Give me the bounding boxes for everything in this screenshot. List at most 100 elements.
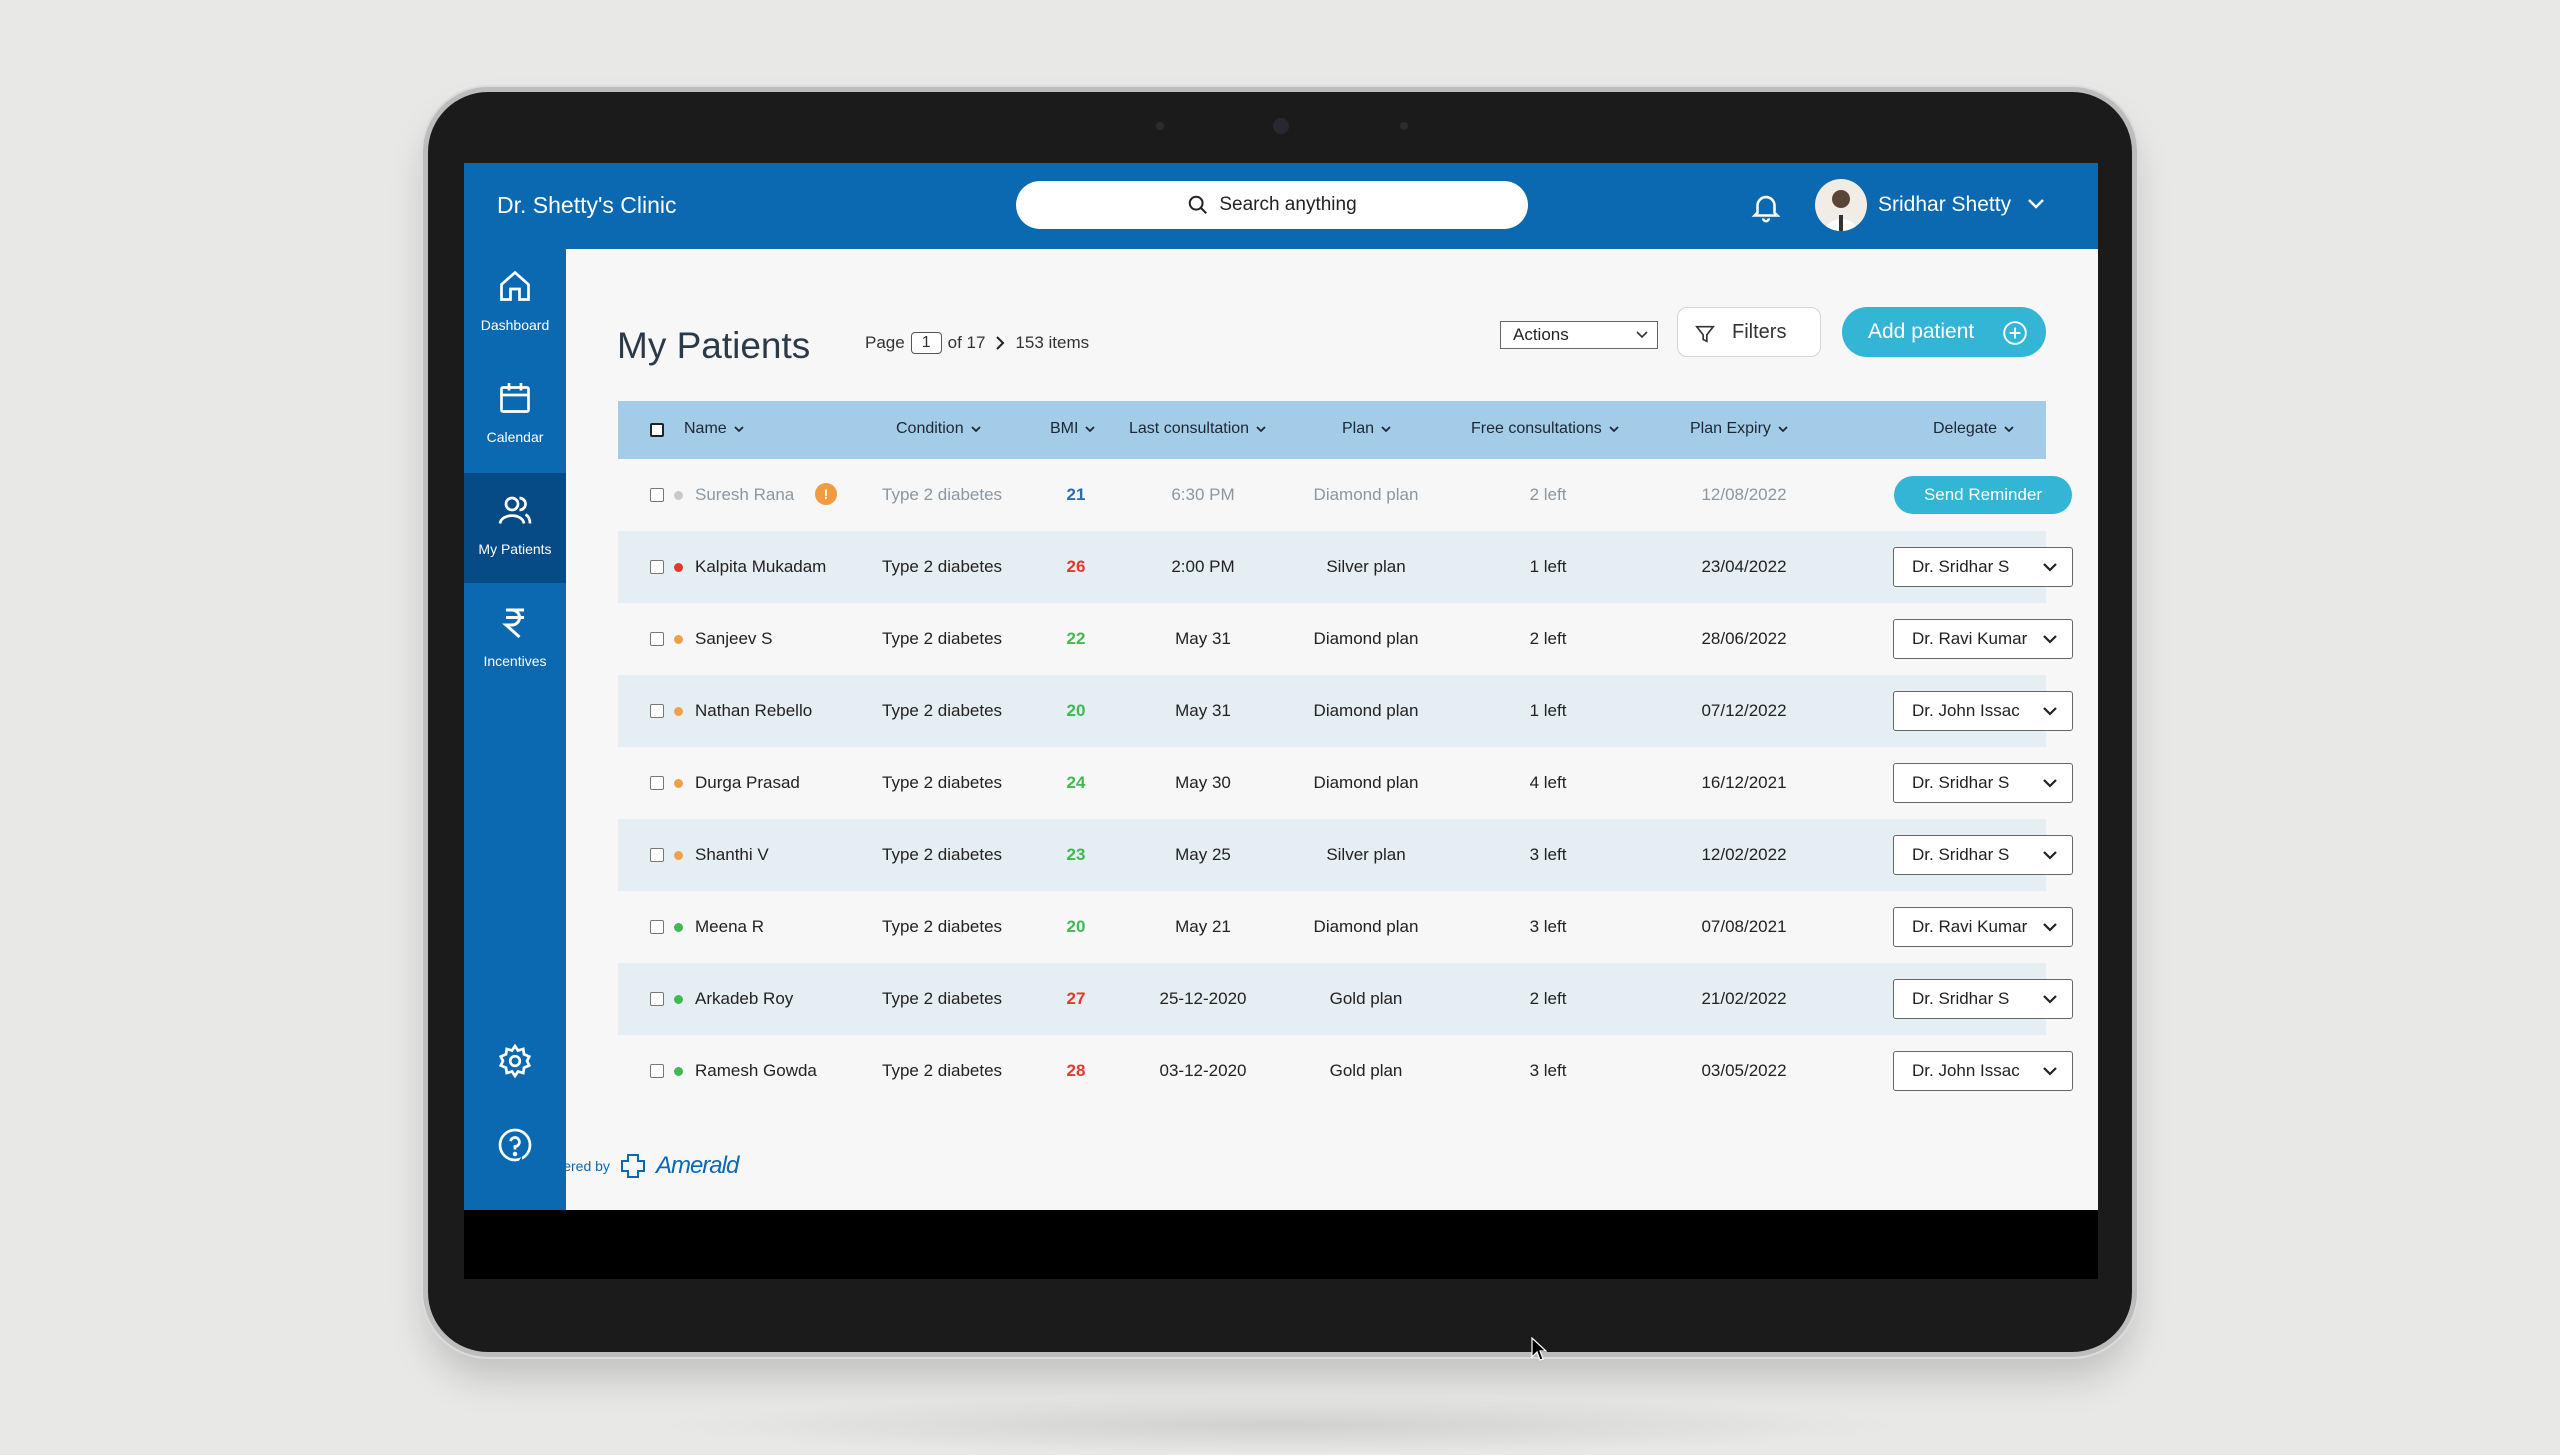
column-header-plan-expiry[interactable]: Plan Expiry bbox=[1690, 420, 1789, 438]
table-row[interactable]: Sanjeev S Type 2 diabetes 22 May 31 Diamond … bbox=[618, 603, 2073, 675]
last-consultation-cell: May 21 bbox=[1175, 917, 1231, 936]
row-checkbox[interactable] bbox=[650, 1064, 664, 1078]
column-header-free-consultations[interactable]: Free consultations bbox=[1471, 420, 1620, 438]
plus-circle-icon bbox=[2003, 321, 2027, 345]
condition-cell: Type 2 diabetes bbox=[882, 917, 1003, 936]
chevron-down-icon bbox=[734, 426, 744, 433]
table-row[interactable]: Shanthi V Type 2 diabetes 23 May 25 Silver p… bbox=[618, 819, 2073, 891]
delegate-select[interactable]: Dr. Sridhar S bbox=[1893, 835, 2073, 875]
user-name[interactable]: Sridhar Shetty bbox=[1878, 193, 2011, 217]
condition-cell: Type 2 diabetes bbox=[882, 845, 1003, 864]
column-header-bmi[interactable]: BMI bbox=[1050, 420, 1096, 438]
chevron-down-icon[interactable] bbox=[2026, 197, 2046, 211]
bmi-cell: 27 bbox=[1066, 989, 1086, 1008]
delegate-select[interactable]: Dr. Ravi Kumar bbox=[1893, 907, 2073, 947]
condition-cell: Type 2 diabetes bbox=[882, 773, 1003, 792]
sidebar-item-label: Incentives bbox=[483, 653, 547, 669]
row-checkbox[interactable] bbox=[650, 848, 664, 862]
patient-name[interactable]: Nathan Rebello bbox=[695, 701, 812, 721]
column-header-delegate[interactable]: Delegate bbox=[1933, 420, 2015, 438]
row-checkbox[interactable] bbox=[650, 920, 664, 934]
free-consultations-cell: 2 left bbox=[1529, 989, 1567, 1008]
patient-name[interactable]: Durga Prasad bbox=[695, 773, 800, 793]
select-all-checkbox[interactable] bbox=[650, 423, 664, 437]
actions-select[interactable]: Actions bbox=[1500, 321, 1658, 349]
chevron-down-icon bbox=[2043, 563, 2057, 572]
condition-cell: Type 2 diabetes bbox=[882, 485, 1003, 504]
sidebar-item-my-patients[interactable]: My Patients bbox=[464, 473, 566, 583]
delegate-value: Dr. Sridhar S bbox=[1912, 557, 2010, 576]
patient-name[interactable]: Meena R bbox=[695, 917, 764, 937]
table-row[interactable]: Suresh Rana! Type 2 diabetes 21 6:30 PM Diam… bbox=[618, 459, 2072, 531]
last-consultation-cell: 03-12-2020 bbox=[1159, 1061, 1247, 1080]
table-row[interactable]: Arkadeb Roy Type 2 diabetes 27 25-12-2020 Go… bbox=[618, 963, 2073, 1035]
row-checkbox[interactable] bbox=[650, 704, 664, 718]
bmi-cell: 28 bbox=[1066, 1061, 1086, 1080]
page-number-input[interactable]: 1 bbox=[910, 332, 942, 354]
patients-table: Name Condition BMI Last consultation Pla… bbox=[618, 401, 2073, 1107]
column-header-condition[interactable]: Condition bbox=[896, 420, 982, 438]
clinic-name: Dr. Shetty's Clinic bbox=[497, 192, 677, 218]
sidebar-item-dashboard[interactable]: Dashboard bbox=[464, 249, 566, 359]
delegate-select[interactable]: Dr. John Issac bbox=[1893, 1051, 2073, 1091]
send-reminder-button[interactable]: Send Reminder bbox=[1894, 476, 2072, 514]
plan-cell: Diamond plan bbox=[1313, 701, 1419, 720]
sidebar-item-incentives[interactable]: Incentives bbox=[464, 585, 566, 695]
bmi-cell: 20 bbox=[1066, 701, 1086, 720]
filters-button[interactable]: Filters bbox=[1677, 307, 1821, 357]
patient-name[interactable]: Sanjeev S bbox=[695, 629, 773, 649]
plan-expiry-cell: 12/08/2022 bbox=[1701, 485, 1787, 504]
avatar[interactable] bbox=[1815, 179, 1867, 231]
column-header-name[interactable]: Name bbox=[684, 420, 745, 438]
filters-label: Filters bbox=[1732, 320, 1787, 343]
row-checkbox[interactable] bbox=[650, 992, 664, 1006]
bell-icon[interactable] bbox=[1749, 190, 1783, 224]
app-window: Dr. Shetty's Clinic Search anything Srid… bbox=[464, 163, 2098, 1210]
last-consultation-cell: 25-12-2020 bbox=[1159, 989, 1247, 1008]
sidebar-item-calendar[interactable]: Calendar bbox=[464, 361, 566, 471]
plan-cell: Diamond plan bbox=[1313, 629, 1419, 648]
chevron-down-icon bbox=[2043, 851, 2057, 860]
delegate-select[interactable]: Dr. Ravi Kumar bbox=[1893, 619, 2073, 659]
actions-label: Actions bbox=[1513, 325, 1569, 344]
plan-expiry-cell: 16/12/2021 bbox=[1701, 773, 1787, 792]
patient-name[interactable]: Suresh Rana bbox=[695, 485, 794, 505]
powered-by: Powered by Amerald bbox=[514, 1151, 739, 1181]
sensor-dot bbox=[1400, 122, 1408, 130]
table-row[interactable]: Ramesh Gowda Type 2 diabetes 28 03-12-2020 G… bbox=[618, 1035, 2073, 1107]
chevron-right-icon[interactable] bbox=[991, 334, 1009, 352]
column-header-plan[interactable]: Plan bbox=[1342, 420, 1392, 438]
search-input[interactable]: Search anything bbox=[1016, 181, 1528, 229]
delegate-select[interactable]: Dr. John Issac bbox=[1893, 691, 2073, 731]
table-row[interactable]: Durga Prasad Type 2 diabetes 24 May 30 Diamo… bbox=[618, 747, 2073, 819]
column-header-last-consultation[interactable]: Last consultation bbox=[1129, 420, 1267, 438]
row-checkbox[interactable] bbox=[650, 560, 664, 574]
gear-icon[interactable] bbox=[497, 1043, 533, 1079]
delegate-select[interactable]: Dr. Sridhar S bbox=[1893, 763, 2073, 803]
row-checkbox[interactable] bbox=[650, 632, 664, 646]
delegate-value: Dr. John Issac bbox=[1912, 1061, 2020, 1080]
powered-by-label: Powered by bbox=[536, 1158, 610, 1174]
plan-expiry-cell: 03/05/2022 bbox=[1701, 1061, 1787, 1080]
condition-cell: Type 2 diabetes bbox=[882, 1061, 1003, 1080]
row-checkbox[interactable] bbox=[650, 776, 664, 790]
sidebar-item-label: My Patients bbox=[478, 541, 552, 557]
row-checkbox[interactable] bbox=[650, 488, 664, 502]
delegate-select[interactable]: Dr. Sridhar S bbox=[1893, 979, 2073, 1019]
chevron-down-icon bbox=[970, 426, 981, 433]
warning-icon[interactable]: ! bbox=[815, 483, 837, 505]
patient-name[interactable]: Ramesh Gowda bbox=[695, 1061, 817, 1081]
condition-cell: Type 2 diabetes bbox=[882, 701, 1003, 720]
delegate-select[interactable]: Dr. Sridhar S bbox=[1893, 547, 2073, 587]
table-row[interactable]: Kalpita Mukadam Type 2 diabetes 26 2:00 PM S… bbox=[618, 531, 2073, 603]
delegate-value: Dr. Sridhar S bbox=[1912, 773, 2010, 792]
table-row[interactable]: Nathan Rebello Type 2 diabetes 20 May 31 Dia… bbox=[618, 675, 2073, 747]
table-row[interactable]: Meena R Type 2 diabetes 20 May 21 Diamond pl… bbox=[618, 891, 2073, 963]
patient-name[interactable]: Shanthi V bbox=[695, 845, 769, 865]
add-patient-button[interactable]: Add patient bbox=[1842, 307, 2046, 357]
bmi-cell: 22 bbox=[1066, 629, 1086, 648]
chevron-down-icon bbox=[1778, 426, 1788, 433]
patient-name[interactable]: Arkadeb Roy bbox=[695, 989, 793, 1009]
patient-name[interactable]: Kalpita Mukadam bbox=[695, 557, 826, 577]
amerald-logo: Amerald bbox=[655, 1152, 739, 1179]
